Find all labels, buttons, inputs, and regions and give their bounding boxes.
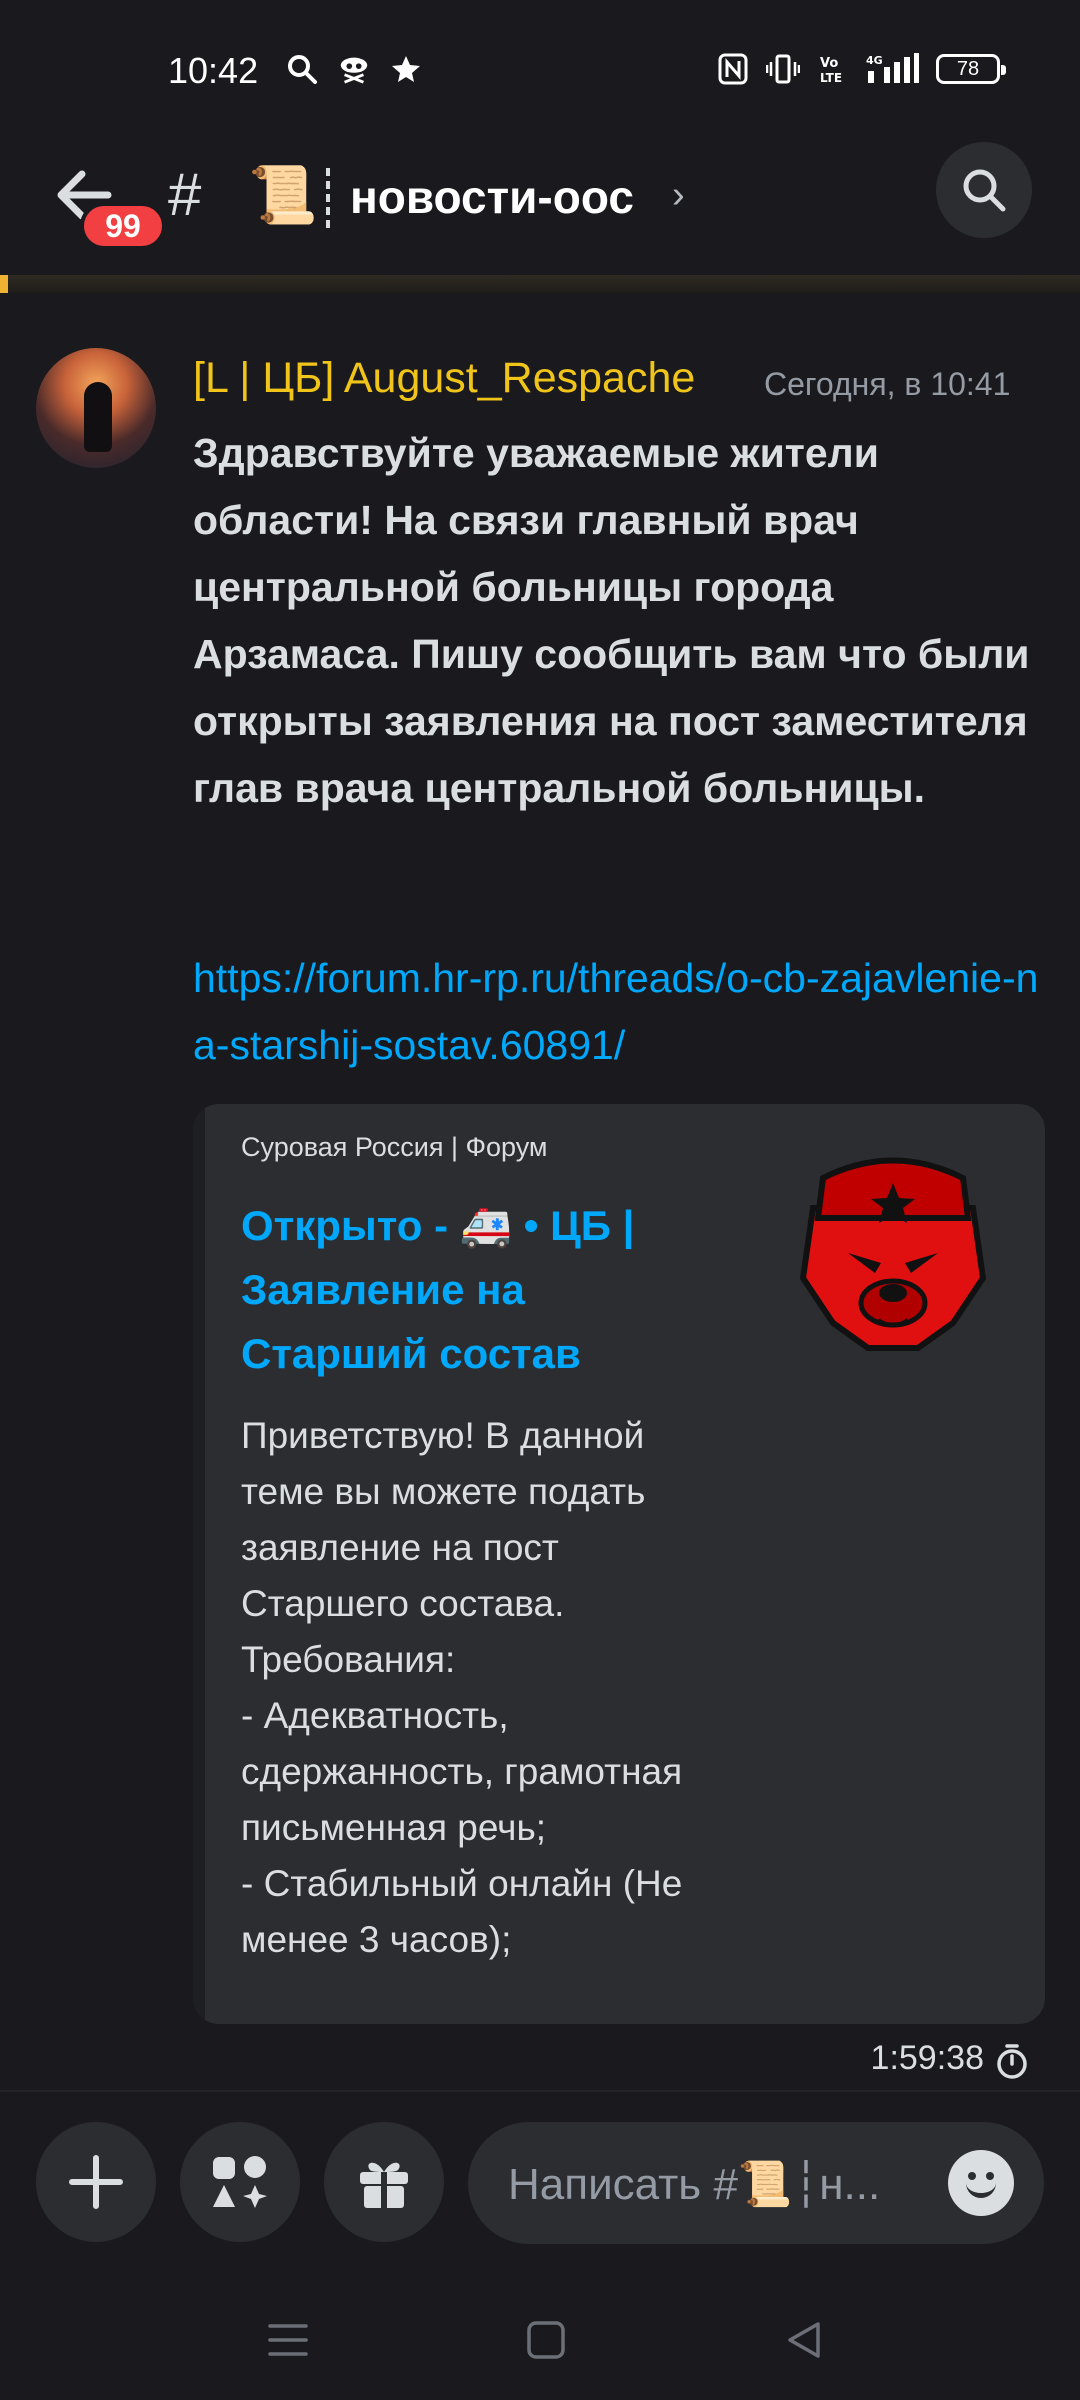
status-right-icons: Vo LTE 4G 78: [716, 52, 1006, 86]
header-divider: [0, 275, 1080, 293]
embed-title[interactable]: Открыто - 🚑 • ЦБ | Заявление на Старший …: [241, 1194, 661, 1386]
channel-header: 99 # 📜 новости-оос ›: [0, 140, 1080, 280]
home-button[interactable]: [516, 2310, 576, 2370]
nfc-icon: [716, 52, 750, 86]
timer-text: 1:59:38: [870, 2039, 984, 2077]
menu-lines-icon: [268, 2324, 308, 2356]
link-embed[interactable]: Суровая Россия | Форум Открыто - 🚑 • ЦБ …: [193, 1104, 1045, 2024]
channel-emoji: 📜: [248, 163, 318, 226]
emoji-button[interactable]: [948, 2150, 1014, 2216]
plus-icon: [69, 2155, 123, 2209]
message-input[interactable]: Написать #📜┆н...: [468, 2122, 1044, 2244]
pirate-icon: [337, 52, 371, 86]
svg-text:Vo: Vo: [820, 56, 838, 71]
battery-indicator: 78: [936, 54, 1006, 84]
search-button[interactable]: [936, 142, 1032, 238]
message-timestamp: Сегодня, в 10:41: [764, 366, 1011, 402]
app-root: 10:42 Vo LTE 4G 78 99 # 📜 новости-оос › …: [0, 0, 1080, 2400]
search-icon: [285, 52, 319, 86]
embed-provider[interactable]: Суровая Россия | Форум: [241, 1132, 547, 1163]
search-icon: [963, 169, 1006, 212]
system-nav-bar: [0, 2290, 1080, 2400]
status-bar: 10:42 Vo LTE 4G 78: [0, 0, 1080, 140]
embed-description: Приветствую! В данной теме вы можете под…: [241, 1415, 683, 1960]
volte-icon: Vo LTE: [816, 52, 850, 86]
smile-icon: [966, 2182, 996, 2198]
bear-logo-icon: [799, 1157, 987, 1351]
chevron-right-icon[interactable]: ›: [672, 174, 685, 217]
unread-badge: 99: [80, 202, 166, 250]
gift-button[interactable]: [324, 2122, 444, 2242]
gift-icon: [360, 2162, 408, 2208]
apps-icon: [213, 2156, 267, 2208]
message-input-placeholder: Написать #📜┆н...: [508, 2160, 881, 2209]
recent-apps-button[interactable]: [258, 2310, 318, 2370]
square-icon: [527, 2321, 565, 2359]
channel-title[interactable]: новости-оос: [350, 170, 634, 224]
message-text: Здравствуйте уважаемые жители области! Н…: [193, 430, 1030, 811]
message-link[interactable]: https://forum.hr-rp.ru/threads/o-cb-zaja…: [193, 945, 1043, 1079]
avatar[interactable]: [36, 348, 156, 468]
message-author[interactable]: [L | ЦБ] August_Respache: [193, 354, 695, 403]
add-attachment-button[interactable]: [36, 2122, 156, 2242]
channel-hash-icon: #: [168, 161, 202, 228]
back-nav-button[interactable]: [774, 2310, 834, 2370]
message-composer: Написать #📜┆н...: [0, 2090, 1080, 2290]
status-time: 10:42: [168, 50, 259, 91]
svg-text:LTE: LTE: [820, 71, 842, 85]
svg-text:4G: 4G: [866, 54, 883, 67]
apps-button[interactable]: [180, 2122, 300, 2242]
stopwatch-icon: [992, 2041, 1032, 2081]
status-left-icons: [285, 52, 423, 86]
star-icon: [389, 52, 423, 86]
vibrate-icon: [766, 52, 800, 86]
channel-separator: [326, 168, 330, 228]
triangle-back-icon: [788, 2322, 820, 2358]
signal-4g-icon: 4G: [866, 52, 920, 86]
bear-logo-thumbnail[interactable]: [793, 1148, 993, 1358]
